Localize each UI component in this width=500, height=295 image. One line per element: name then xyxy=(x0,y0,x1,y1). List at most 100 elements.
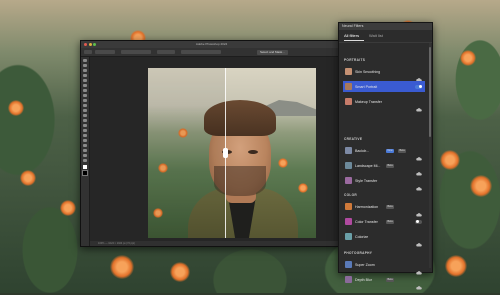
cloud-download-icon[interactable] xyxy=(416,204,422,217)
stamp-tool-icon[interactable] xyxy=(83,99,87,102)
lasso-tool-icon[interactable] xyxy=(83,69,87,72)
flower-decoration xyxy=(298,183,308,193)
marquee-tool-icon[interactable] xyxy=(83,64,87,67)
filter-label: Harmonization xyxy=(355,204,379,209)
flower-decoration xyxy=(440,150,460,170)
select-tool-icon[interactable] xyxy=(83,74,87,77)
move-tool-icon[interactable] xyxy=(83,59,87,62)
filter-thumbnail xyxy=(345,276,352,283)
new-badge: New xyxy=(386,148,395,153)
filter-item[interactable]: Backdr... New Beta xyxy=(343,145,425,161)
history-brush-icon[interactable] xyxy=(83,104,87,107)
type-tool-icon[interactable] xyxy=(83,134,87,137)
filter-thumbnail xyxy=(345,83,352,90)
filter-item[interactable]: Harmonization Beta xyxy=(343,201,425,217)
filter-label: Style Transfer xyxy=(355,178,378,183)
foreground-color-swatch[interactable] xyxy=(83,165,87,169)
filter-tabs: All filters Wait list xyxy=(339,30,432,43)
filter-item[interactable]: Makeup Transfer xyxy=(343,96,425,112)
filter-toggle[interactable] xyxy=(415,219,422,224)
filter-item[interactable]: Landscape Mi... Beta xyxy=(343,160,425,176)
select-and-mask-button[interactable]: Select and Mask... xyxy=(257,49,288,55)
pen-tool-icon[interactable] xyxy=(83,129,87,132)
filter-label: Depth Blur xyxy=(355,277,372,282)
panel-title: Neural Filters xyxy=(339,23,432,30)
filter-label: Colorize xyxy=(355,234,369,239)
filter-item[interactable]: Color Transfer Beta xyxy=(343,216,425,227)
dodge-tool-icon[interactable] xyxy=(83,124,87,127)
section-title-color: COLOR xyxy=(344,193,358,197)
filter-item[interactable]: Super Zoom xyxy=(343,259,425,275)
cloud-download-icon[interactable] xyxy=(416,262,422,275)
filter-thumbnail xyxy=(345,261,352,268)
status-bar: 100% — 1024 × 1024 px (72 ppi) xyxy=(90,241,340,246)
before-half-overlay xyxy=(148,68,225,238)
flower-decoration xyxy=(470,175,492,197)
cloud-download-icon[interactable] xyxy=(416,163,422,176)
option-field[interactable] xyxy=(157,50,175,54)
filter-item[interactable]: Style Transfer xyxy=(343,175,425,191)
divider-handle[interactable] xyxy=(223,148,228,158)
flower-decoration xyxy=(460,50,476,66)
tab-all-filters[interactable]: All filters xyxy=(344,33,359,39)
filter-label: Color Transfer xyxy=(355,219,378,224)
background-color-swatch[interactable] xyxy=(82,170,88,176)
flower-decoration xyxy=(20,170,36,186)
filter-label: Makeup Transfer xyxy=(355,99,382,104)
path-select-icon[interactable] xyxy=(83,139,87,142)
filter-item[interactable]: Skin Smoothing xyxy=(343,66,425,82)
filter-thumbnail xyxy=(345,177,352,184)
neural-filters-panel: Neural Filters All filters Wait list POR… xyxy=(338,22,433,290)
cloud-download-icon[interactable] xyxy=(416,277,422,290)
flower-decoration xyxy=(278,158,288,168)
crop-tool-icon[interactable] xyxy=(83,79,87,82)
tab-wait-list[interactable]: Wait list xyxy=(369,33,383,39)
flower-decoration xyxy=(110,255,134,279)
eyedropper-tool-icon[interactable] xyxy=(83,84,87,87)
flower-decoration xyxy=(170,262,190,282)
active-tab-underline xyxy=(344,40,364,41)
gradient-tool-icon[interactable] xyxy=(83,114,87,117)
filter-label: Backdr... xyxy=(355,148,369,153)
eraser-tool-icon[interactable] xyxy=(83,109,87,112)
beta-badge: Beta xyxy=(386,277,395,282)
filter-thumbnail xyxy=(345,68,352,75)
filter-toggle[interactable] xyxy=(415,84,422,89)
cloud-download-icon[interactable] xyxy=(416,178,422,191)
cloud-download-icon[interactable] xyxy=(416,69,422,82)
tool-preset-picker[interactable] xyxy=(84,50,92,54)
scrollbar-thumb[interactable] xyxy=(429,47,431,137)
section-title-photography: PHOTOGRAPHY xyxy=(344,251,373,255)
option-field[interactable] xyxy=(95,50,115,54)
filter-thumbnail xyxy=(345,218,352,225)
flower-decoration xyxy=(445,255,467,277)
cloud-download-icon[interactable] xyxy=(416,234,422,247)
hand-tool-icon[interactable] xyxy=(83,149,87,152)
filter-item[interactable]: Smart Portrait xyxy=(343,81,425,92)
window-titlebar: Adobe Photoshop 2024 xyxy=(81,41,342,48)
status-text: 100% — 1024 × 1024 px (72 ppi) xyxy=(98,242,135,245)
more-tools-icon[interactable] xyxy=(83,159,87,162)
shape-tool-icon[interactable] xyxy=(83,144,87,147)
right-eye xyxy=(248,150,258,154)
scrollbar[interactable] xyxy=(429,43,431,268)
beta-badge: Beta xyxy=(398,148,407,153)
section-title-portraits: PORTRAITS xyxy=(344,58,366,62)
beta-badge: Beta xyxy=(386,219,395,224)
option-field[interactable] xyxy=(181,50,221,54)
window-title: Adobe Photoshop 2024 xyxy=(195,42,228,46)
cloud-download-icon[interactable] xyxy=(416,148,422,161)
filter-label: Landscape Mi... xyxy=(355,163,381,168)
zoom-tool-icon[interactable] xyxy=(83,154,87,157)
option-field[interactable] xyxy=(121,50,151,54)
filter-item[interactable]: Colorize xyxy=(343,231,425,247)
cloud-download-icon[interactable] xyxy=(416,99,422,112)
brush-tool-icon[interactable] xyxy=(83,94,87,97)
section-title-creative: CREATIVE xyxy=(344,137,363,141)
filter-thumbnail xyxy=(345,203,352,210)
flower-decoration xyxy=(60,200,76,216)
document-image[interactable] xyxy=(148,68,316,238)
healing-tool-icon[interactable] xyxy=(83,89,87,92)
filter-item[interactable]: Depth Blur Beta xyxy=(343,274,425,290)
blur-tool-icon[interactable] xyxy=(83,119,87,122)
